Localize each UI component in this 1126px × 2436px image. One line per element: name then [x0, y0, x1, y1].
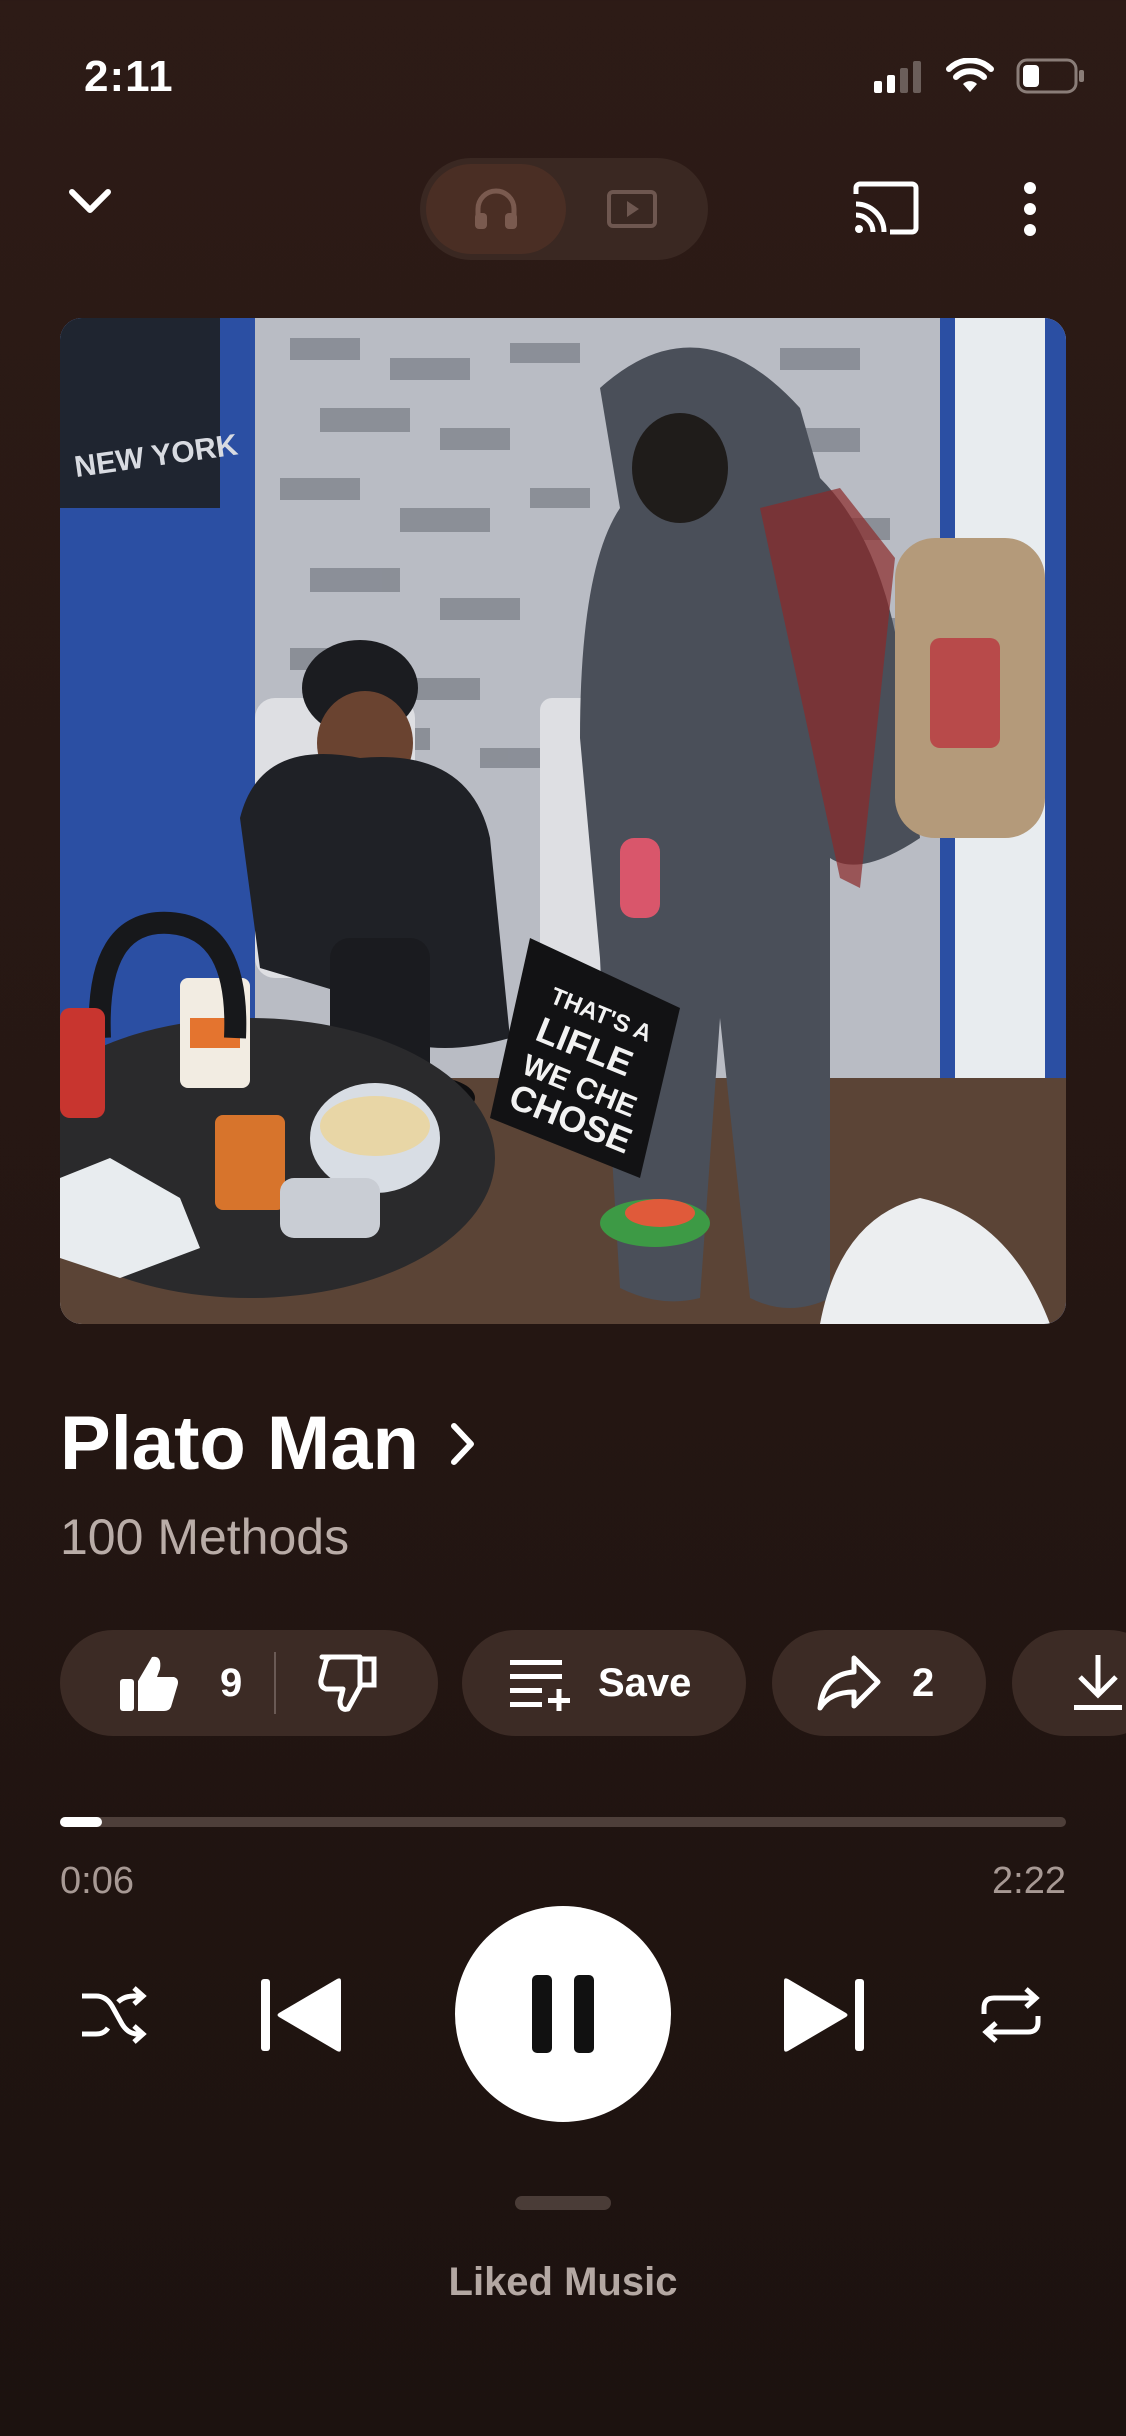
- progress-fill: [60, 1817, 103, 1827]
- shuffle-icon: [82, 1986, 147, 2044]
- status-time: 2:11: [84, 52, 174, 101]
- repeat-button[interactable]: [972, 1976, 1050, 2054]
- artist-name[interactable]: 100 Methods: [60, 1508, 349, 1566]
- next-icon: [784, 1978, 864, 2052]
- headphones-icon: [475, 188, 517, 229]
- save-button[interactable]: Save: [462, 1630, 746, 1736]
- status-icons: [874, 58, 1086, 94]
- signal-icon: [874, 61, 921, 93]
- download-button[interactable]: [1012, 1630, 1126, 1736]
- previous-icon: [261, 1978, 341, 2052]
- dislike-button[interactable]: [318, 1653, 380, 1713]
- track-title: Plato Man: [60, 1401, 419, 1486]
- collapse-button[interactable]: [66, 186, 114, 223]
- drag-handle[interactable]: [515, 2196, 611, 2210]
- chevron-down-icon: [69, 189, 111, 213]
- repeat-icon: [981, 1987, 1041, 2043]
- share-count: 2: [912, 1660, 935, 1705]
- video-icon: [607, 190, 657, 228]
- share-icon: [817, 1655, 881, 1711]
- next-button[interactable]: [778, 1972, 870, 2058]
- more-options-button[interactable]: [1020, 182, 1040, 241]
- save-label: Save: [598, 1660, 692, 1705]
- chip-divider: [274, 1652, 277, 1714]
- pause-icon: [532, 1975, 594, 2053]
- chevron-right-icon: [450, 1422, 474, 1465]
- thumbs-up-icon: [120, 1656, 178, 1711]
- total-time: 2:22: [992, 1860, 1066, 1902]
- previous-button[interactable]: [255, 1972, 347, 2058]
- progress-bar[interactable]: [60, 1817, 1066, 1827]
- album-artwork: NEW YORK THAT'S A LIFLE WE CHE CHOSE: [60, 318, 1066, 1324]
- more-icon: [1024, 182, 1036, 236]
- like-count: 9: [220, 1660, 243, 1705]
- download-icon: [1074, 1655, 1122, 1710]
- cast-icon: [853, 181, 919, 235]
- thumbs-down-icon: [318, 1654, 377, 1712]
- like-dislike-chip: 9: [60, 1630, 438, 1736]
- shuffle-button[interactable]: [74, 1976, 152, 2054]
- current-time: 0:06: [60, 1860, 134, 1902]
- audio-video-toggle: [420, 158, 708, 260]
- battery-icon: [1016, 58, 1084, 94]
- track-title-row[interactable]: Plato Man: [60, 1400, 477, 1487]
- video-mode-button[interactable]: [562, 164, 702, 254]
- queue-source-label[interactable]: Liked Music: [0, 2260, 1126, 2305]
- wifi-icon: [946, 58, 994, 92]
- cast-button[interactable]: [852, 180, 920, 241]
- share-button[interactable]: 2: [772, 1630, 986, 1736]
- playlist-add-icon: [510, 1660, 570, 1711]
- like-button[interactable]: 9: [118, 1653, 242, 1713]
- pause-button[interactable]: [455, 1906, 671, 2122]
- audio-mode-button[interactable]: [426, 164, 566, 254]
